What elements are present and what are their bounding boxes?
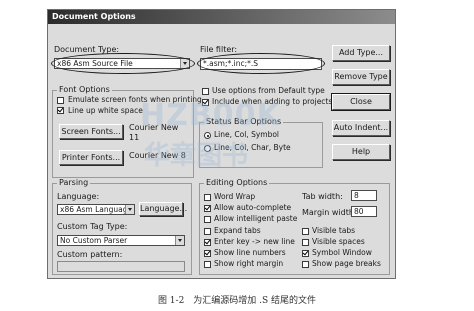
remove-type-button[interactable]: Remove Type bbox=[332, 69, 390, 85]
language-label: Language: bbox=[57, 192, 100, 201]
editing-option-label: Allow auto-complete bbox=[214, 203, 292, 213]
editing-option-checkbox[interactable] bbox=[204, 238, 211, 246]
editing-option-checkbox[interactable] bbox=[204, 261, 211, 269]
dialog-title: Document Options bbox=[48, 10, 395, 24]
tab-width-label: Tab width: bbox=[302, 192, 343, 201]
custom-pattern-input[interactable] bbox=[57, 261, 185, 272]
close-button[interactable]: Close bbox=[331, 93, 391, 111]
custom-tag-type-select[interactable]: No Custom Parser bbox=[57, 235, 185, 246]
use-default-type-label: Use options from Default type bbox=[212, 86, 325, 95]
language-value: x86 Asm Language bbox=[60, 205, 133, 214]
line-up-white-space-checkbox[interactable] bbox=[57, 107, 64, 114]
help-button[interactable]: Help bbox=[332, 144, 390, 160]
editing-option-label: Expand tabs bbox=[214, 225, 261, 235]
file-filter-value: *.asm;*.inc;*.S bbox=[203, 59, 258, 68]
use-default-type-checkbox[interactable] bbox=[202, 88, 209, 95]
editing-option-checkbox[interactable] bbox=[204, 194, 211, 201]
tab-width-value: 8 bbox=[354, 191, 359, 200]
chevron-down-icon[interactable] bbox=[125, 205, 134, 214]
editing-option-label: Visible spaces bbox=[312, 236, 365, 246]
watermark-latin: HZB00K bbox=[140, 98, 281, 133]
editing-option-label: Show page breaks bbox=[312, 259, 381, 269]
emulate-screen-fonts-checkbox[interactable] bbox=[57, 97, 64, 104]
editing-option-checkbox[interactable] bbox=[302, 250, 309, 257]
editing-option-checkbox[interactable] bbox=[204, 250, 211, 257]
screen-font-size: 11 bbox=[129, 133, 140, 142]
tab-width-input[interactable]: 8 bbox=[351, 190, 377, 201]
custom-pattern-label: Custom pattern: bbox=[57, 250, 123, 259]
document-type-value: x86 Asm Source File bbox=[57, 59, 133, 68]
parsing-title: Parsing bbox=[57, 178, 91, 187]
language-select[interactable]: x86 Asm Language bbox=[57, 204, 135, 215]
chevron-down-icon[interactable] bbox=[175, 236, 184, 245]
editing-option-label: Word Wrap bbox=[214, 192, 256, 201]
editing-option-checkbox[interactable] bbox=[302, 261, 309, 269]
add-type-button[interactable]: Add Type... bbox=[332, 45, 390, 61]
printer-fonts-button[interactable]: Printer Fonts... bbox=[59, 150, 123, 165]
screen-fonts-button[interactable]: Screen Fonts... bbox=[59, 124, 123, 139]
editing-option-label: Show right margin bbox=[214, 259, 284, 269]
auto-indent-button[interactable]: Auto Indent... bbox=[332, 120, 390, 136]
file-filter-input[interactable]: *.asm;*.inc;*.S bbox=[200, 58, 322, 70]
editing-option-label: Enter key -> new line bbox=[214, 236, 295, 246]
editing-option-checkbox[interactable] bbox=[204, 205, 211, 213]
margin-width-label: Margin width: bbox=[302, 208, 357, 217]
language-button[interactable]: Language... bbox=[139, 202, 187, 216]
parsing-group: Parsing Language: x86 Asm Language Langu… bbox=[52, 178, 192, 275]
custom-tag-type-label: Custom Tag Type: bbox=[57, 222, 128, 231]
margin-width-input[interactable]: 80 bbox=[351, 206, 377, 217]
figure-caption: 图 1-2 为汇编源码增加 .S 结尾的文件 bbox=[157, 296, 317, 306]
editing-option-checkbox[interactable] bbox=[302, 238, 309, 246]
chevron-down-icon[interactable] bbox=[180, 59, 189, 68]
line-up-white-space-label: Line up white space bbox=[68, 106, 143, 115]
editing-option-label: Allow intelligent paste bbox=[214, 214, 298, 224]
document-type-select[interactable]: x86 Asm Source File bbox=[54, 58, 190, 69]
editing-option-checkbox[interactable] bbox=[204, 216, 211, 224]
editing-option-label: Visible tabs bbox=[312, 225, 356, 235]
margin-width-value: 80 bbox=[354, 207, 364, 216]
custom-tag-type-value: No Custom Parser bbox=[60, 236, 128, 245]
file-filter-label: File filter: bbox=[200, 45, 238, 54]
editing-option-label: Symbol Window bbox=[312, 248, 372, 257]
document-type-label: Document Type: bbox=[54, 45, 120, 54]
editing-option-checkbox[interactable] bbox=[302, 227, 309, 235]
editing-options-group: Editing Options Word Wrap Allow auto-comp… bbox=[199, 178, 390, 275]
font-options-title: Font Options bbox=[57, 85, 112, 94]
watermark-cjk: 华章图书 bbox=[144, 141, 249, 171]
document-options-dialog: Document Options Document Type: x86 Asm … bbox=[47, 9, 396, 279]
editing-option-label: Show line numbers bbox=[214, 248, 286, 257]
editing-option-checkbox[interactable] bbox=[204, 227, 211, 235]
editing-options-title: Editing Options bbox=[204, 178, 270, 187]
